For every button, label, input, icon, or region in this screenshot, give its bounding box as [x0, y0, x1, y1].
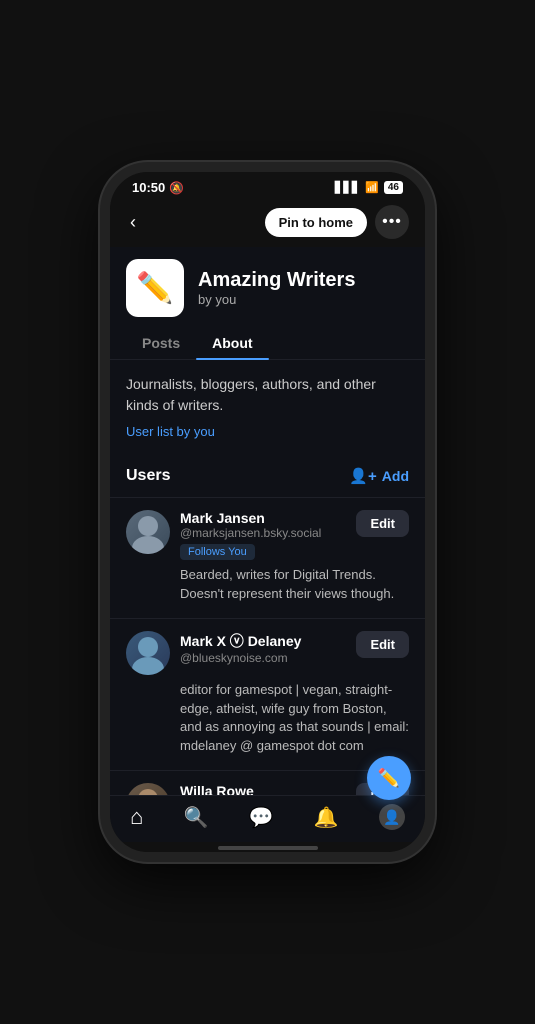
user-info-mark-jansen: Mark Jansen @marksjansen.bsky.social Fol…	[180, 510, 346, 560]
status-time: 10:50 🔕	[132, 180, 184, 195]
add-user-icon: 👤+	[349, 467, 376, 485]
wifi-icon: 📶	[365, 181, 379, 194]
avatar-willa-rowe	[126, 783, 170, 795]
compose-fab[interactable]: ✏️	[367, 756, 411, 800]
messages-icon: 💬	[249, 805, 274, 830]
users-title: Users	[126, 467, 170, 485]
profile-avatar-icon: 👤	[379, 804, 405, 830]
home-bar	[218, 846, 318, 850]
user-header: Mark Jansen @marksjansen.bsky.social Fol…	[126, 510, 409, 560]
user-info-mark-delaney: Mark Χ ⓥ Delaney @blueskynoise.com	[180, 631, 346, 665]
about-description: Journalists, bloggers, authors, and othe…	[126, 374, 409, 416]
bottom-tab-home[interactable]: ⌂	[130, 804, 143, 830]
user-name: Mark Jansen	[180, 510, 346, 526]
pin-to-home-button[interactable]: Pin to home	[265, 208, 367, 237]
status-bar: 10:50 🔕 ▋▋▋ 📶 46	[110, 172, 425, 199]
home-icon: ⌂	[130, 804, 143, 830]
about-section: Journalists, bloggers, authors, and othe…	[110, 360, 425, 459]
tab-posts[interactable]: Posts	[126, 325, 196, 359]
bottom-tab-search[interactable]: 🔍	[184, 805, 209, 830]
edit-button-mark-jansen[interactable]: Edit	[356, 510, 409, 537]
follows-badge: Follows You	[180, 544, 255, 560]
user-card-mark-delaney: Mark Χ ⓥ Delaney @blueskynoise.com Edit …	[110, 618, 425, 770]
user-list-by: User list by you	[126, 424, 409, 439]
status-icons: ▋▋▋ 📶 46	[335, 181, 403, 194]
edit-button-mark-delaney[interactable]: Edit	[356, 631, 409, 658]
battery-display: 46	[384, 181, 403, 194]
user-handle: @marksjansen.bsky.social	[180, 526, 346, 540]
phone-frame: 10:50 🔕 ▋▋▋ 📶 46 ‹ Pin to home ••• ✏️ Am…	[100, 162, 435, 862]
profile-info: Amazing Writers by you	[198, 269, 355, 307]
group-name: Amazing Writers	[198, 269, 355, 292]
bottom-tab-notifications[interactable]: 🔔	[314, 805, 339, 830]
add-user-button[interactable]: 👤+ Add	[349, 467, 409, 485]
time-display: 10:50	[132, 180, 165, 195]
bottom-tab-profile[interactable]: 👤	[379, 804, 405, 830]
more-options-button[interactable]: •••	[375, 205, 409, 239]
compose-icon: ✏️	[378, 768, 400, 789]
notifications-icon: 🔔	[314, 805, 339, 830]
avatar-mark-jansen	[126, 510, 170, 554]
back-button[interactable]: ‹	[126, 208, 140, 237]
user-name: Mark Χ ⓥ Delaney	[180, 631, 346, 651]
user-info-willa-rowe: Willa Rowe @thewillarowe.bsky.social	[180, 783, 346, 795]
user-bio-mark-jansen: Bearded, writes for Digital Trends. Does…	[126, 566, 409, 604]
user-name: Willa Rowe	[180, 783, 346, 795]
signal-icon: ▋▋▋	[335, 181, 360, 194]
search-icon: 🔍	[184, 805, 209, 830]
nav-bar: ‹ Pin to home •••	[110, 199, 425, 247]
tabs-bar: Posts About	[110, 325, 425, 360]
profile-section: ✏️ Amazing Writers by you	[110, 247, 425, 325]
nav-actions: Pin to home •••	[265, 205, 409, 239]
group-byline: by you	[198, 292, 355, 307]
users-header: Users 👤+ Add	[110, 459, 425, 497]
bottom-tab-bar: ⌂ 🔍 💬 🔔 👤	[110, 795, 425, 842]
user-handle: @blueskynoise.com	[180, 651, 346, 665]
bottom-tab-messages[interactable]: 💬	[249, 805, 274, 830]
user-card-mark-jansen: Mark Jansen @marksjansen.bsky.social Fol…	[110, 497, 425, 618]
mute-icon: 🔕	[169, 181, 184, 195]
user-header: Mark Χ ⓥ Delaney @blueskynoise.com Edit	[126, 631, 409, 675]
main-content: ✏️ Amazing Writers by you Posts About Jo…	[110, 247, 425, 795]
group-icon: ✏️	[126, 259, 184, 317]
user-bio-mark-delaney: editor for gamespot | vegan, straight-ed…	[126, 681, 409, 756]
home-indicator	[110, 842, 425, 852]
tab-about[interactable]: About	[196, 325, 268, 359]
avatar-mark-delaney	[126, 631, 170, 675]
user-header: Willa Rowe @thewillarowe.bsky.social Edi…	[126, 783, 409, 795]
